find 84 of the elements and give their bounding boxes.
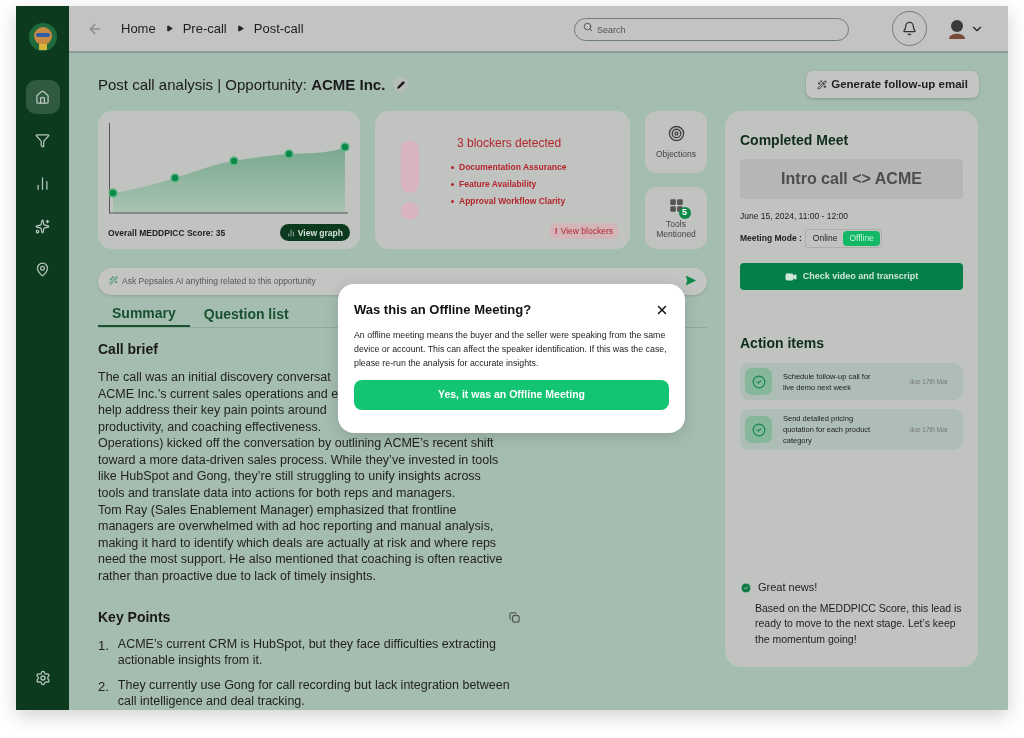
score-label: Overall MEDDPICC Score: 35 — [108, 226, 226, 240]
sparkles-icon — [109, 276, 118, 286]
bullet-icon — [451, 199, 454, 203]
summary-tile[interactable]: 5 Tools Mentioned — [645, 187, 707, 250]
news-text: Based on the MEDDPICC Score, this lead is ready to move to the next stage. Let’s keep the momentum going! — [755, 600, 963, 647]
meeting-mode-label: Meeting Mode : — [740, 232, 802, 246]
dialog-title: Was this an Offline Meeting? — [354, 301, 532, 319]
home-icon — [35, 89, 50, 105]
meeting-name: Intro call <> ACME — [740, 159, 963, 200]
view-blockers-button[interactable]: ! View blockers — [548, 223, 619, 240]
call-brief-line: need the most support. He also mentioned that coaching is often reactive — [98, 551, 503, 569]
check-icon — [745, 368, 772, 396]
check-video-button[interactable]: Check video and transcript — [740, 263, 963, 291]
meeting-time: June 15, 2024, 11:00 - 12:00 — [740, 210, 850, 224]
page-title: Post call analysis | Opportunity: ACME Inc. — [98, 74, 386, 95]
call-brief-line: managers are overwhelmed with ad hoc reporting and manual analysis, — [98, 518, 494, 535]
call-brief-line: Tom Ray (Sales Enablement Manager) emphasized that frontline — [98, 501, 457, 519]
tab[interactable]: Question list — [189, 302, 303, 327]
list-number: 1. — [98, 636, 109, 655]
check-icon — [745, 416, 772, 444]
settings-icon[interactable] — [34, 670, 51, 686]
send-icon[interactable] — [685, 275, 696, 287]
call-brief-line: like HubSpot and Gong, they’re still struggling to unify insights across — [98, 468, 481, 486]
search-icon — [583, 22, 593, 33]
section-heading: Call brief — [98, 339, 158, 359]
blocker-item: Documentation Assurance — [459, 161, 567, 175]
data-point — [108, 188, 118, 199]
bullet-icon — [451, 166, 454, 170]
panel-title: Completed Meet — [740, 131, 850, 151]
copy-icon[interactable] — [509, 611, 520, 623]
call-brief-line: The call was an initial discovery conversat — [98, 368, 331, 386]
data-point — [170, 173, 180, 184]
bar-chart-icon — [35, 175, 50, 191]
location-pin-icon — [35, 261, 50, 277]
logo-icon[interactable] — [27, 22, 58, 52]
call-brief-line: tools and translate data into actions for both reps and managers. — [98, 485, 456, 502]
panel-title: Action items — [740, 334, 825, 354]
target-icon — [667, 124, 685, 142]
bullet-icon — [451, 183, 454, 187]
tab[interactable]: Summary — [98, 302, 190, 327]
mode-option[interactable]: Online — [806, 231, 844, 247]
sparkles-icon — [817, 79, 828, 90]
dialog-text: An offline meeting means the buyer and the seller were speaking from the same device or account. This can affect the speaker identification. If this was the case, please re-run the analysis for accurate insights. — [354, 328, 668, 370]
caret-icon — [236, 25, 244, 33]
call-brief-line: Operations) kicked off the conversation by outlining ACME’s recent shift — [98, 435, 494, 452]
list-number: 2. — [98, 677, 109, 696]
blocker-item: Feature Availability — [459, 178, 537, 191]
sparkles-icon — [35, 218, 50, 234]
tile-label: Tools Mentioned — [655, 218, 697, 239]
data-point — [229, 156, 239, 167]
call-brief-line: toward a more data-driven sales process. While they’ve invested in tools — [98, 451, 499, 469]
search-field[interactable]: Search — [574, 18, 849, 42]
data-point — [340, 142, 350, 153]
tools-grid-icon — [668, 197, 684, 213]
edit-button[interactable] — [393, 77, 409, 93]
blockers-title: 3 blockers detected — [457, 135, 563, 153]
news-title: Great news! — [758, 580, 818, 596]
sidebar-item[interactable] — [25, 80, 60, 114]
funnel-icon — [35, 132, 50, 148]
summary-tile[interactable]: Objections — [645, 111, 707, 174]
video-camera-icon — [784, 270, 797, 283]
bar-chart-icon — [286, 228, 295, 237]
key-point: They currently use Gong for call recording but lack integration between call intelligence and deal tracking. — [117, 676, 511, 710]
key-point: ACME’s current CRM is HubSpot, but they face difficulties extracting actionable insights from it. — [117, 635, 497, 669]
bell-icon — [902, 21, 917, 37]
call-brief-line: productivity, and coaching effectiveness. — [98, 418, 322, 436]
caret-icon — [165, 25, 173, 33]
check-circle-icon — [740, 581, 752, 594]
data-point — [284, 149, 294, 160]
call-brief-line: making it hard to identify which deals are actually at risk and where reps — [98, 534, 497, 552]
blocker-item: Approval Workflow Clarity — [459, 194, 566, 208]
call-brief-line: help address their key pain points around — [98, 402, 327, 419]
pencil-icon — [396, 80, 405, 89]
call-brief-line: ACME Inc.’s current sales operations and e — [98, 385, 339, 403]
generate-email-button[interactable]: Generate follow-up email — [806, 71, 979, 99]
breadcrumb-link[interactable]: Home — [121, 18, 156, 39]
call-brief-line: rather than proactive due to lack of timely insights. — [98, 568, 376, 585]
exclamation-icon — [401, 140, 419, 221]
breadcrumb-link[interactable]: Post-call — [253, 18, 304, 39]
tile-label: Objections — [655, 147, 697, 161]
breadcrumb-link[interactable]: Pre-call — [182, 18, 227, 39]
view-graph-button[interactable]: View graph — [279, 224, 350, 242]
section-heading: Key Points — [98, 607, 171, 627]
avatar[interactable] — [948, 18, 966, 39]
